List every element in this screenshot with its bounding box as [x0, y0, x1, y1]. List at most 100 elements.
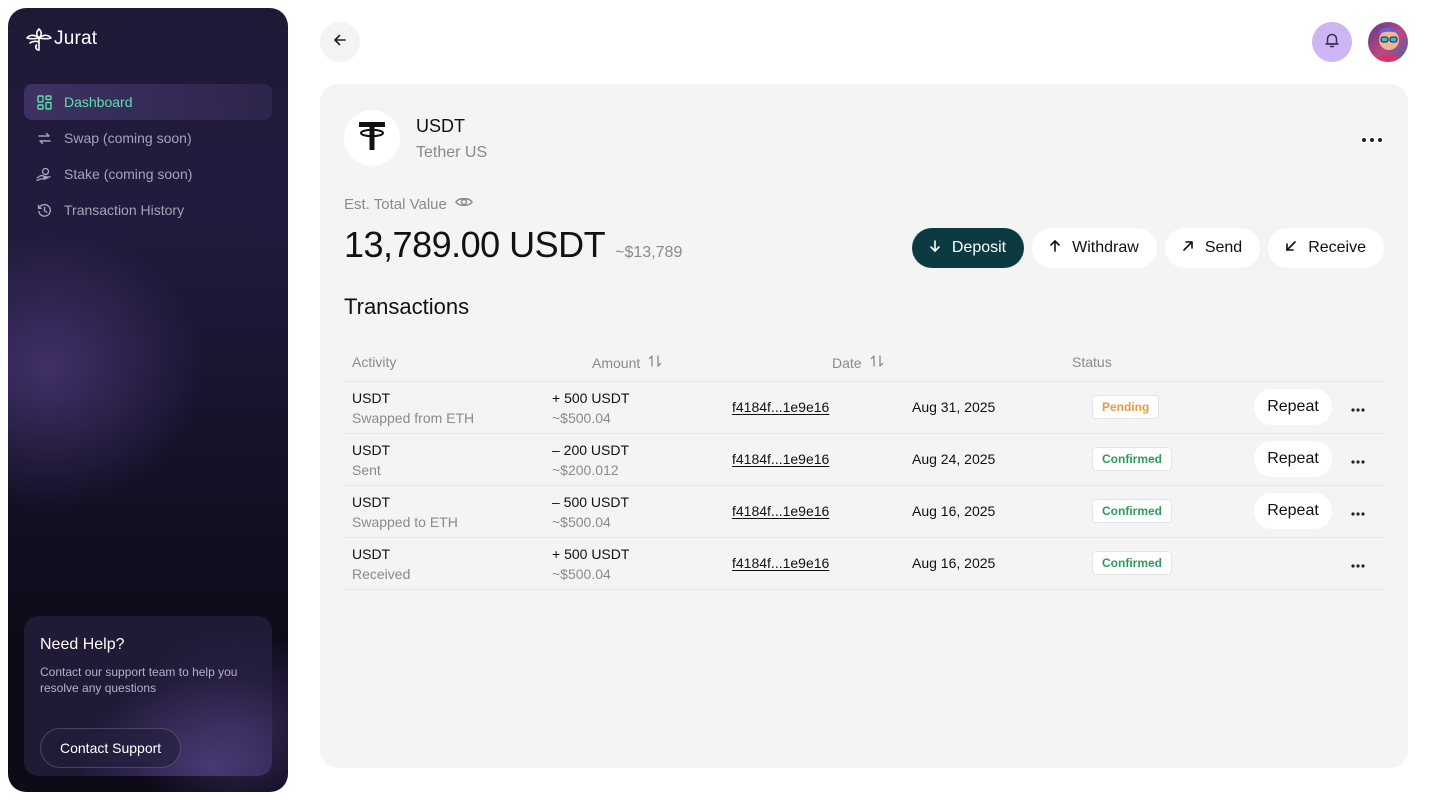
arrow-left-icon — [332, 32, 348, 53]
more-horizontal-icon — [1351, 451, 1365, 469]
amount-value: + 500 USDT — [552, 546, 630, 562]
activity-description: Swapped from ETH — [352, 410, 475, 426]
column-amount[interactable]: Amount — [592, 354, 662, 371]
activity-description: Received — [352, 566, 411, 582]
activity-description: Sent — [352, 462, 381, 478]
status-badge: Confirmed — [1092, 447, 1172, 471]
stake-coins-icon — [36, 166, 52, 182]
amount-cell: – 200 USDT ~$200.012 — [552, 441, 629, 479]
row-more-button[interactable] — [1346, 396, 1370, 420]
column-activity: Activity — [352, 354, 396, 370]
status-badge: Confirmed — [1092, 551, 1172, 575]
activity-cell: USDT Swapped from ETH — [352, 389, 474, 427]
token-symbol: USDT — [416, 116, 465, 136]
table-row[interactable]: USDT Received + 500 USDT ~$500.04 f4184f… — [344, 538, 1384, 590]
token-name: Tether US — [416, 144, 488, 161]
notifications-button[interactable] — [1312, 22, 1352, 62]
send-button[interactable]: Send — [1164, 228, 1261, 268]
action-buttons: Deposit Withdraw Send Receive — [911, 228, 1384, 268]
column-date[interactable]: Date — [832, 354, 884, 371]
back-button[interactable] — [320, 22, 360, 62]
transactions-table: Activity Amount Date Status USDT Swapped… — [344, 344, 1384, 590]
activity-asset: USDT — [352, 494, 391, 510]
transaction-hash-link[interactable]: f4184f...1e9e16 — [732, 451, 829, 467]
sidebar-nav: Dashboard Swap (coming soon) Stake (comi… — [24, 84, 272, 228]
sidebar-item-history[interactable]: Transaction History — [24, 192, 272, 228]
table-row[interactable]: USDT Sent – 200 USDT ~$200.012 f4184f...… — [344, 434, 1384, 486]
amount-value: + 500 USDT — [552, 390, 630, 406]
eye-icon[interactable] — [455, 195, 473, 213]
swap-arrows-icon — [36, 130, 52, 146]
deposit-label: Deposit — [951, 239, 1007, 256]
brand-name: Jurat — [54, 28, 98, 49]
transaction-hash-link[interactable]: f4184f...1e9e16 — [732, 503, 829, 519]
activity-cell: USDT Received — [352, 545, 410, 583]
more-options-button[interactable] — [1356, 124, 1388, 152]
sort-icon[interactable] — [648, 354, 662, 371]
jurat-logo-icon — [24, 26, 54, 52]
transaction-date: Aug 16, 2025 — [912, 503, 996, 519]
table-row[interactable]: USDT Swapped from ETH + 500 USDT ~$500.0… — [344, 382, 1384, 434]
balance: 13,789.00 USDT ~$13,789 — [344, 224, 682, 266]
send-label: Send — [1204, 239, 1243, 256]
contact-support-button[interactable]: Contact Support — [40, 728, 182, 768]
row-more-button[interactable] — [1346, 448, 1370, 472]
withdraw-label: Withdraw — [1072, 239, 1139, 256]
brand-logo[interactable]: Jurat — [24, 26, 97, 52]
row-more-button[interactable] — [1346, 552, 1370, 576]
arrow-down-left-icon — [1284, 239, 1298, 258]
receive-button[interactable]: Receive — [1268, 228, 1384, 268]
amount-cell: + 500 USDT ~$500.04 — [552, 389, 629, 427]
amount-value: – 200 USDT — [552, 442, 630, 458]
transaction-date: Aug 16, 2025 — [912, 555, 996, 571]
activity-asset: USDT — [352, 546, 391, 562]
amount-fiat: ~$500.04 — [552, 514, 611, 530]
sidebar-item-dashboard[interactable]: Dashboard — [24, 84, 272, 120]
estimated-value-text: Est. Total Value — [344, 195, 447, 213]
token-logo — [344, 110, 400, 166]
bell-icon — [1323, 31, 1341, 54]
withdraw-button[interactable]: Withdraw — [1032, 228, 1157, 268]
help-title: Need Help? — [40, 636, 125, 653]
user-avatar[interactable] — [1368, 22, 1408, 62]
sidebar-item-label: Dashboard — [64, 94, 133, 110]
column-status-label: Status — [1072, 354, 1112, 370]
repeat-button[interactable]: Repeat — [1254, 441, 1332, 477]
transactions-title: Transactions — [344, 294, 470, 319]
arrow-up-right-icon — [1181, 239, 1195, 258]
history-clock-icon — [36, 202, 52, 218]
sort-icon[interactable] — [870, 354, 884, 371]
transaction-hash-link[interactable]: f4184f...1e9e16 — [732, 399, 829, 415]
activity-asset: USDT — [352, 390, 391, 406]
repeat-button[interactable]: Repeat — [1254, 493, 1332, 529]
asset-detail-card: USDT Tether US Est. Total Value 13,789.0… — [320, 84, 1408, 768]
sidebar-item-swap[interactable]: Swap (coming soon) — [24, 120, 272, 156]
more-horizontal-icon — [1351, 399, 1365, 417]
dashboard-grid-icon — [36, 94, 52, 110]
amount-fiat: ~$500.04 — [552, 566, 611, 582]
tether-logo-icon — [357, 120, 387, 157]
amount-cell: – 500 USDT ~$500.04 — [552, 493, 629, 531]
estimated-value-label: Est. Total Value — [344, 195, 473, 213]
sidebar: Jurat Dashboard Swap (coming soon) Stake… — [8, 8, 288, 792]
repeat-button[interactable]: Repeat — [1254, 389, 1332, 425]
transaction-date: Aug 24, 2025 — [912, 451, 996, 467]
activity-cell: USDT Swapped to ETH — [352, 493, 458, 531]
sidebar-item-label: Swap (coming soon) — [64, 130, 192, 146]
amount-value: – 500 USDT — [552, 494, 630, 510]
deposit-button[interactable]: Deposit — [911, 228, 1025, 268]
amount-fiat: ~$200.012 — [552, 462, 619, 478]
status-badge: Confirmed — [1092, 499, 1172, 523]
help-description: Contact our support team to help you res… — [40, 665, 238, 695]
transaction-hash-link[interactable]: f4184f...1e9e16 — [732, 555, 829, 571]
activity-cell: USDT Sent — [352, 441, 390, 479]
status-badge: Pending — [1092, 395, 1160, 419]
help-card: Need Help? Contact our support team to h… — [24, 616, 272, 776]
activity-asset: USDT — [352, 442, 391, 458]
balance-fiat: ~$13,789 — [615, 244, 683, 261]
arrow-down-icon — [928, 239, 942, 258]
sidebar-item-stake[interactable]: Stake (coming soon) — [24, 156, 272, 192]
row-more-button[interactable] — [1346, 500, 1370, 524]
transaction-date: Aug 31, 2025 — [912, 399, 996, 415]
table-row[interactable]: USDT Swapped to ETH – 500 USDT ~$500.04 … — [344, 486, 1384, 538]
